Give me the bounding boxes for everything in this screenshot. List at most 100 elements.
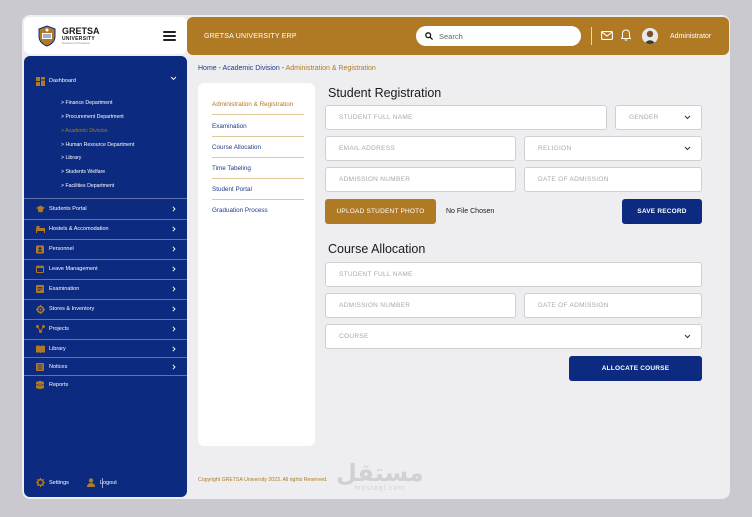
divider (24, 198, 187, 199)
avatar[interactable] (642, 28, 658, 44)
section-subnav: Administration & Registration Examinatio… (198, 83, 315, 446)
top-bar: GRETSA UNIVERSITY ERP Administrator (187, 17, 729, 55)
course-select[interactable] (325, 324, 702, 349)
sidebar-item-reports[interactable]: Reports (24, 376, 187, 394)
save-record-button[interactable]: SAVE RECORD (622, 199, 702, 224)
sidebar-item-personnel[interactable]: Personnel (24, 240, 187, 258)
mail-icon[interactable] (601, 31, 613, 40)
user-name[interactable]: Administrator (670, 33, 711, 40)
book-icon (36, 345, 45, 353)
sidebar-item-leave-management[interactable]: Leave Management (24, 260, 187, 278)
allocation-full-name-input[interactable] (339, 263, 639, 286)
sidebar-subitem-facilities[interactable]: > Facilities Department (61, 183, 114, 189)
religion-select[interactable] (524, 136, 702, 161)
id-badge-icon (36, 245, 44, 254)
date-of-admission-field[interactable] (524, 167, 702, 192)
allocation-admission-number-input[interactable] (339, 294, 491, 317)
sidebar-item-label: Stores & Inventory (49, 306, 95, 312)
sidebar-item-stores[interactable]: Stores & Inventory (24, 300, 187, 318)
chevron-down-icon (684, 115, 691, 120)
registration-title: Student Registration (328, 86, 442, 100)
upload-photo-button[interactable]: UPLOAD STUDENT PHOTO (325, 199, 436, 224)
breadcrumb-current: Administration & Registration (285, 65, 376, 72)
subnav-item-course-allocation[interactable]: Course Allocation (212, 137, 304, 158)
allocation-full-name-field[interactable] (325, 262, 702, 287)
sidebar-item-label: Notices (49, 364, 68, 370)
dashboard-grid-icon (36, 77, 45, 86)
topbar-divider (591, 27, 592, 45)
sidebar-item-label: Library (49, 346, 66, 352)
erp-title: GRETSA UNIVERSITY ERP (204, 33, 297, 40)
notices-icon (36, 363, 44, 371)
watermark: مستقل mostaql.com (336, 461, 424, 492)
student-full-name-input[interactable] (339, 106, 563, 129)
watermark-latin: mostaql.com (354, 485, 406, 492)
sidebar: Dashboard > Finance Department > Procure… (24, 56, 187, 497)
file-status: No File Chosen (446, 208, 495, 215)
chevron-right-icon (172, 326, 176, 332)
sidebar-item-hostels[interactable]: Hostels & Accomodation (24, 220, 187, 238)
chevron-up-icon[interactable] (170, 76, 177, 81)
settings-link[interactable]: Settings (49, 480, 69, 486)
sidebar-item-label: Personnel (49, 246, 74, 252)
subnav-item-time-tabeling[interactable]: Time Tabeling (212, 158, 304, 179)
copyright-text: Copyright GRETSA University 2023. All ri… (198, 477, 328, 483)
breadcrumb: Home - Academic Division - Administratio… (198, 65, 376, 72)
email-field[interactable] (325, 136, 516, 161)
subnav-item-administration[interactable]: Administration & Registration (212, 94, 304, 115)
search-input[interactable] (439, 31, 569, 41)
sidebar-subitem-finance[interactable]: > Finance Department (61, 100, 112, 106)
email-input[interactable] (339, 137, 491, 160)
sidebar-footer: Settings Logout (24, 476, 187, 490)
bell-icon[interactable] (621, 29, 631, 41)
subnav-item-examination[interactable]: Examination (212, 116, 304, 137)
sidebar-item-label: Dashboard (49, 78, 76, 84)
chevron-right-icon (172, 266, 176, 272)
chevron-right-icon (172, 286, 176, 292)
sidebar-subitem-welfare[interactable]: > Students Welfare (61, 169, 105, 175)
university-crest-icon (36, 24, 58, 47)
sidebar-item-projects[interactable]: Projects (24, 320, 187, 338)
sidebar-subitem-hr[interactable]: > Human Resource Department (61, 142, 134, 148)
allocation-date-of-admission-field[interactable] (524, 293, 702, 318)
allocation-admission-number-field[interactable] (325, 293, 516, 318)
sidebar-subitem-academic[interactable]: > Academic Division (61, 128, 108, 134)
admission-number-field[interactable] (325, 167, 516, 192)
subnav-item-graduation[interactable]: Graduation Process (212, 200, 304, 221)
allocation-date-of-admission-input[interactable] (538, 294, 679, 317)
sidebar-item-notices[interactable]: Notices (24, 358, 187, 376)
sidebar-item-label: Reports (49, 382, 69, 388)
course-input[interactable] (339, 325, 639, 348)
sidebar-item-students-portal[interactable]: Students Portal (24, 200, 187, 218)
sidebar-item-label: Leave Management (49, 266, 98, 272)
date-of-admission-input[interactable] (538, 168, 679, 191)
watermark-arabic: مستقل (336, 459, 424, 487)
sidebar-item-label: Hostels & Accomodation (49, 226, 109, 232)
admission-number-input[interactable] (339, 168, 491, 191)
chevron-right-icon (172, 364, 176, 370)
menu-toggle-icon[interactable] (163, 31, 176, 41)
sidebar-item-library[interactable]: Library (24, 340, 187, 358)
allocate-course-button[interactable]: ALLOCATE COURSE (569, 356, 702, 381)
student-full-name-field[interactable] (325, 105, 607, 130)
subnav-item-student-portal[interactable]: Student Portal (212, 179, 304, 200)
breadcrumb-parent[interactable]: Academic Division (223, 65, 280, 72)
sidebar-item-dashboard[interactable]: Dashboard (24, 73, 187, 89)
student-cap-icon (36, 205, 45, 213)
religion-input[interactable] (538, 137, 679, 160)
search-box[interactable] (416, 26, 581, 46)
chevron-right-icon (172, 246, 176, 252)
sidebar-item-label: Examination (49, 286, 80, 292)
brand-motto: Excellence for Prosperity (62, 41, 90, 45)
sidebar-subitem-library[interactable]: > Library (61, 155, 81, 161)
breadcrumb-home[interactable]: Home (198, 65, 217, 72)
user-logout-icon[interactable] (87, 478, 95, 487)
sidebar-subitem-procurement[interactable]: > Procurement Department (61, 114, 124, 120)
logout-link[interactable]: Logout (100, 480, 117, 486)
gender-select[interactable] (615, 105, 702, 130)
chevron-down-icon (684, 146, 691, 151)
settings-gear-icon[interactable] (36, 478, 45, 487)
sidebar-item-examination[interactable]: Examination (24, 280, 187, 298)
chevron-right-icon (172, 346, 176, 352)
chevron-right-icon (172, 206, 176, 212)
